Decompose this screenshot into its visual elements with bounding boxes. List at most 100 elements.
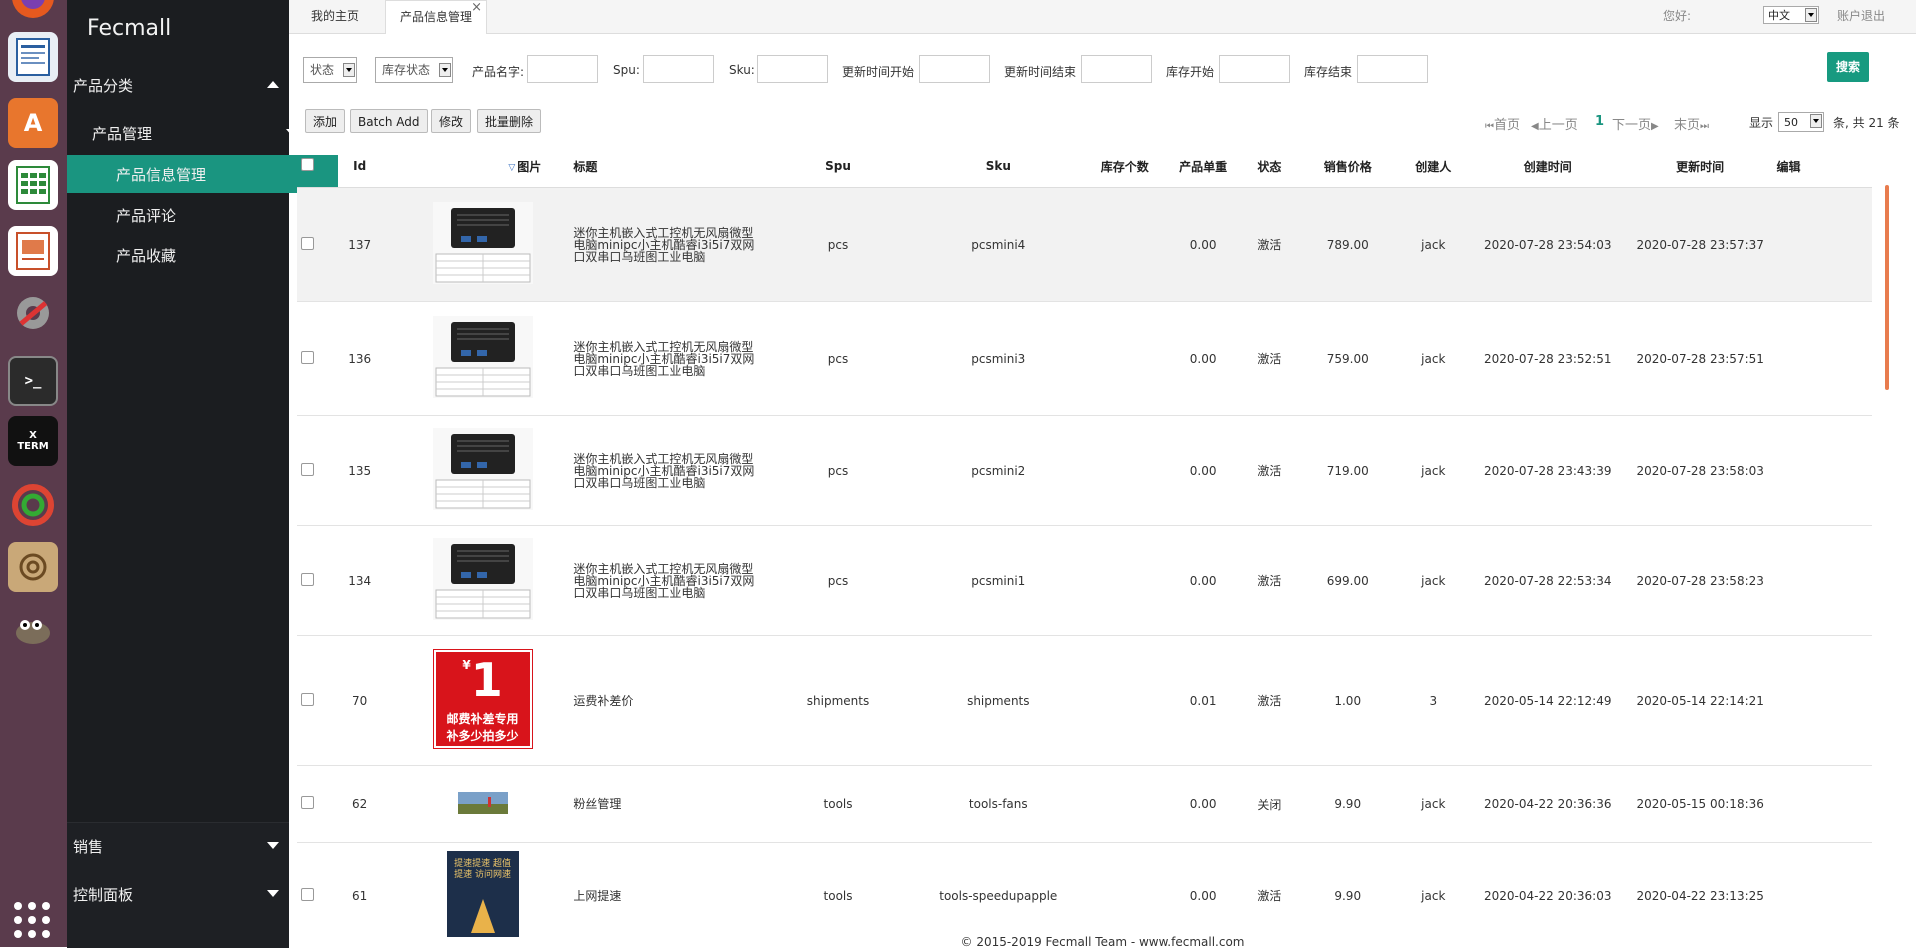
cell-title[interactable]: 上网提速 xyxy=(569,842,763,945)
col-title[interactable]: 标题 xyxy=(569,145,763,188)
cell-title[interactable]: 迷你主机嵌入式工控机无风扇微型电脑minipc小主机酷睿i3i5i7双网口双串口… xyxy=(569,525,763,636)
cell-id: 61 xyxy=(323,842,396,945)
select-all-checkbox[interactable] xyxy=(301,158,314,171)
col-sku[interactable]: Sku xyxy=(913,145,1083,188)
col-weight[interactable]: 产品单重 xyxy=(1166,145,1240,188)
cell-spu: pcs xyxy=(762,301,914,416)
sidebar-sales[interactable]: 销售 xyxy=(67,827,295,865)
logout-link[interactable]: 账户退出 xyxy=(1837,0,1885,33)
language-select[interactable]: 中文 xyxy=(1763,6,1819,24)
batch-delete-button[interactable]: 批量删除 xyxy=(477,109,542,133)
row-checkbox[interactable] xyxy=(301,796,314,809)
cell-edit[interactable] xyxy=(1775,765,1872,843)
search-button[interactable]: 搜索 xyxy=(1827,52,1869,82)
col-price[interactable]: 销售价格 xyxy=(1299,145,1396,188)
table-row[interactable]: 62 粉丝管理 tools tools-fans 0.00 关闭 9.90 ja… xyxy=(297,765,1872,843)
sku-input[interactable] xyxy=(757,55,828,83)
writer-icon[interactable] xyxy=(8,32,58,82)
row-checkbox[interactable] xyxy=(301,692,314,706)
cell-title[interactable]: 迷你主机嵌入式工控机无风扇微型电脑minipc小主机酷睿i3i5i7双网口双串口… xyxy=(569,415,763,526)
shipping-line-1: 邮费补差专用 xyxy=(446,712,519,726)
cell-price: 9.90 xyxy=(1299,842,1396,945)
archive-icon[interactable] xyxy=(8,542,58,592)
add-button[interactable]: 添加 xyxy=(305,109,346,133)
sort-icon[interactable]: ▽ xyxy=(395,145,517,188)
batch-add-button[interactable]: Batch Add xyxy=(350,109,428,133)
tab-home[interactable]: 我的主页 xyxy=(311,0,359,33)
cell-edit[interactable] xyxy=(1775,525,1872,636)
close-icon[interactable]: × xyxy=(471,0,482,24)
stock-end-input[interactable] xyxy=(1357,55,1428,83)
table-row[interactable]: 134 迷你主机嵌入式工控机无风扇微型电脑minipc小主机酷睿i3i5i7双网… xyxy=(297,525,1872,636)
table-row[interactable]: 136 迷你主机嵌入式工控机无风扇微型电脑minipc小主机酷睿i3i5i7双网… xyxy=(297,301,1872,416)
sidebar-group-label: 产品管理 xyxy=(92,124,153,143)
firefox-icon[interactable] xyxy=(8,0,58,22)
edit-button[interactable]: 修改 xyxy=(431,109,472,133)
col-image[interactable]: 图片 xyxy=(516,145,570,188)
row-checkbox[interactable] xyxy=(301,572,314,586)
sidebar-group[interactable]: 产品管理 xyxy=(67,114,314,152)
first-page-link[interactable]: ⏮首页 xyxy=(1485,114,1520,133)
cell-title[interactable]: 迷你主机嵌入式工控机无风扇微型电脑minipc小主机酷睿i3i5i7双网口双串口… xyxy=(569,301,763,416)
row-checkbox[interactable] xyxy=(301,887,314,901)
col-updated[interactable]: 更新时间 xyxy=(1624,145,1776,188)
col-spu[interactable]: Spu xyxy=(762,145,914,188)
cell-edit[interactable] xyxy=(1775,635,1872,766)
brand-logo[interactable]: Fecmall xyxy=(87,16,171,41)
cell-edit[interactable] xyxy=(1775,187,1872,302)
first-page-icon: ⏮ xyxy=(1485,121,1494,132)
stock-end-label: 库存结束 xyxy=(1304,65,1353,79)
apps-grid-icon[interactable] xyxy=(14,902,50,938)
cell-creator: jack xyxy=(1395,415,1471,526)
gs-icon[interactable] xyxy=(8,480,58,530)
col-creator[interactable]: 创建人 xyxy=(1395,145,1471,188)
cell-id: 62 xyxy=(323,765,396,843)
prev-page-link[interactable]: ◀上一页 xyxy=(1531,114,1578,133)
table-row[interactable]: 135 迷你主机嵌入式工控机无风扇微型电脑minipc小主机酷睿i3i5i7双网… xyxy=(297,415,1872,526)
name-input[interactable] xyxy=(527,55,598,83)
product-table: Id ▽ 图片 标题 Spu Sku 库存个数 产品单重 状态 销售价格 创建人… xyxy=(297,145,1872,945)
calc-icon[interactable] xyxy=(8,160,58,210)
sidebar-category[interactable]: 产品分类 xyxy=(67,66,295,104)
cell-weight: 0.00 xyxy=(1166,415,1240,526)
cell-weight: 0.00 xyxy=(1166,301,1240,416)
row-checkbox[interactable] xyxy=(301,462,314,476)
sidebar-dashboard[interactable]: 控制面板 xyxy=(67,875,295,913)
per-page-select[interactable]: 50 xyxy=(1778,112,1824,132)
scrollbar-thumb[interactable] xyxy=(1885,185,1889,390)
updated-end-input[interactable] xyxy=(1081,55,1152,83)
tab-product-info[interactable]: 产品信息管理 × xyxy=(385,0,488,34)
row-checkbox[interactable] xyxy=(301,350,314,364)
cell-edit[interactable] xyxy=(1775,415,1872,526)
col-id[interactable]: Id xyxy=(323,145,396,188)
stock-start-input[interactable] xyxy=(1219,55,1290,83)
name-label: 产品名字: xyxy=(472,65,525,79)
cell-created: 2020-05-14 22:12:49 xyxy=(1470,635,1625,766)
table-row[interactable]: 137 迷你主机嵌入式工控机无风扇微型电脑minipc小主机酷睿i3i5i7双网… xyxy=(297,187,1872,302)
cell-edit[interactable] xyxy=(1775,842,1872,945)
col-stock[interactable]: 库存个数 xyxy=(1082,145,1167,188)
table-row[interactable]: 61 提速提速 超值提速 访问网速 上网提速 tools tools-speed… xyxy=(297,842,1872,945)
gimp-icon[interactable] xyxy=(8,606,58,656)
stock-status-select[interactable]: 库存状态 xyxy=(375,57,453,83)
row-checkbox[interactable] xyxy=(301,236,314,250)
col-created[interactable]: 创建时间 xyxy=(1470,145,1625,188)
table-row[interactable]: 70 ¥1 邮费补差专用 补多少拍多少 运费补差价 shipments shipme… xyxy=(297,635,1872,766)
updated-start-input[interactable] xyxy=(919,55,990,83)
last-page-link[interactable]: 末页⏭ xyxy=(1674,114,1709,133)
spu-input[interactable] xyxy=(643,55,714,83)
cell-title[interactable]: 运费补差价 xyxy=(569,635,763,766)
product-thumbnail xyxy=(432,202,533,284)
status-select[interactable]: 状态 xyxy=(303,57,357,83)
impress-icon[interactable] xyxy=(8,226,58,276)
xterm-icon[interactable]: X TERM xyxy=(8,416,58,466)
cell-title[interactable]: 迷你主机嵌入式工控机无风扇微型电脑minipc小主机酷睿i3i5i7双网口双串口… xyxy=(569,187,763,302)
col-status[interactable]: 状态 xyxy=(1239,145,1300,188)
cell-title[interactable]: 粉丝管理 xyxy=(569,765,763,843)
software-center-icon[interactable]: A xyxy=(8,98,58,148)
next-page-link[interactable]: 下一页▶ xyxy=(1612,114,1659,133)
cell-edit[interactable] xyxy=(1775,301,1872,416)
terminal-icon[interactable]: >_ xyxy=(8,356,58,406)
settings-icon[interactable] xyxy=(8,288,58,338)
cell-image: 提速提速 超值提速 访问网速 xyxy=(395,842,570,945)
